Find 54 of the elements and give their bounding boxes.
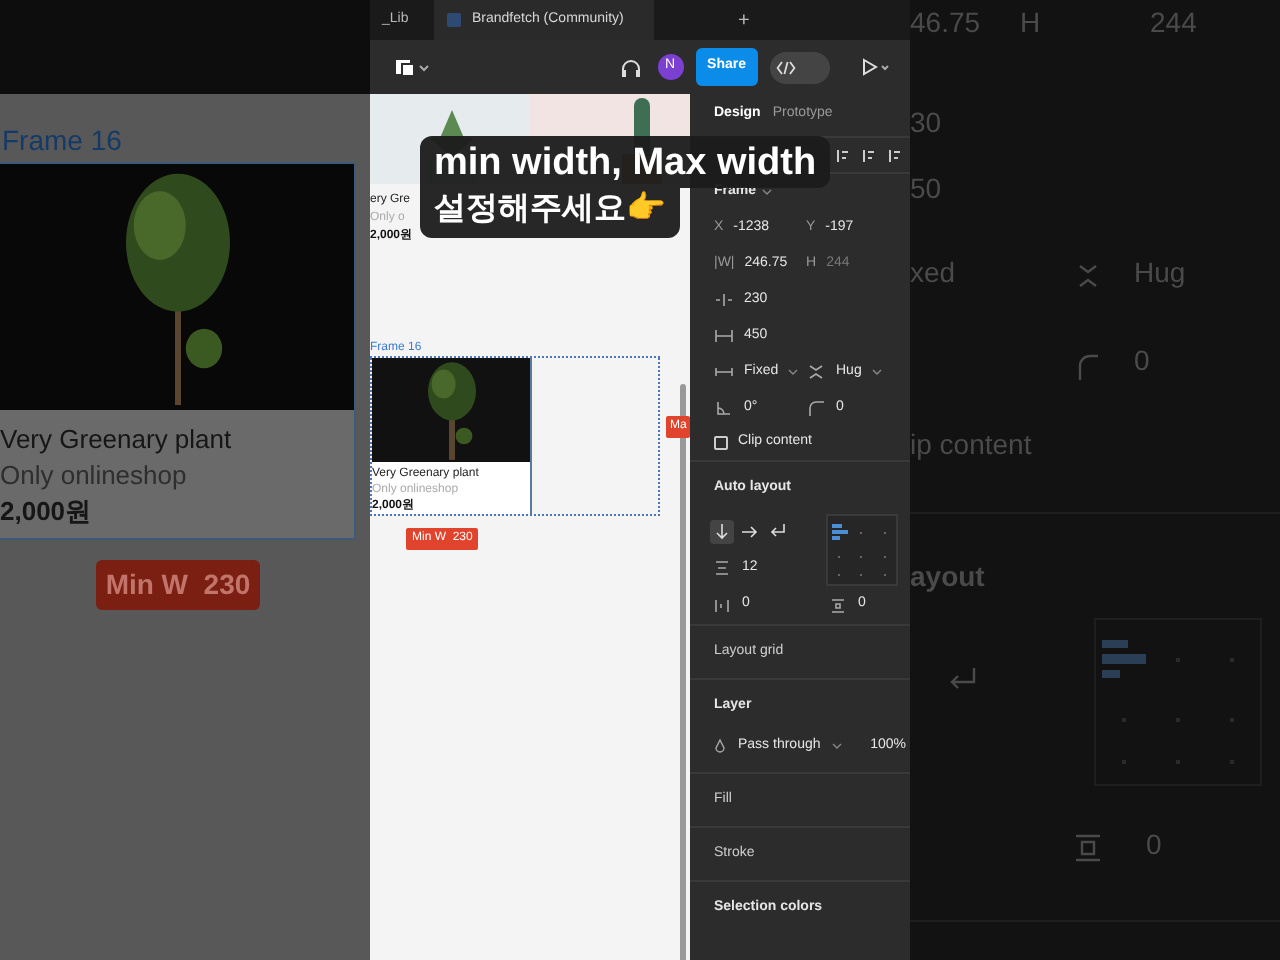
field-value: 30: [910, 104, 944, 142]
gap-icon: [714, 560, 730, 576]
hug-height-icon: [1074, 262, 1102, 290]
field-value: 46.75: [910, 3, 983, 41]
arrow-down-icon: [712, 522, 732, 542]
frame-tool-icon[interactable]: [394, 57, 430, 77]
align-bars-icon: [1101, 639, 1146, 680]
arrow-right-icon: [740, 522, 760, 542]
min-width-icon: [714, 292, 734, 308]
code-icon: [776, 59, 796, 75]
align-bottom-icon[interactable]: [888, 147, 902, 163]
product-price: 2,000원: [0, 494, 94, 530]
field-value: 50: [910, 170, 944, 208]
product-title: Very Greenary plant: [0, 422, 234, 458]
checkbox-label: ip content: [910, 426, 1034, 464]
file-icon: [446, 12, 462, 28]
field-label: H: [1020, 3, 1043, 41]
align-middle-icon[interactable]: [862, 147, 876, 163]
section-heading: ayout: [910, 558, 987, 596]
rotation-icon: [714, 400, 734, 416]
alignment-grid[interactable]: [826, 514, 898, 586]
max-width-icon: [714, 328, 734, 344]
field-value: 0: [1146, 826, 1162, 864]
field-value: xed: [910, 254, 958, 292]
checkbox[interactable]: [714, 436, 728, 450]
chevron-down-icon: [788, 368, 799, 376]
chevron-down-icon: [832, 742, 843, 750]
corner-radius-icon: [1074, 352, 1102, 380]
align-top-icon[interactable]: [836, 147, 850, 163]
play-icon[interactable]: [862, 58, 890, 76]
wrap-icon: [768, 522, 788, 542]
caption-text: 설정해주세요👉: [420, 188, 680, 238]
min-width-badge: Min W 230: [95, 560, 261, 610]
product-subtitle: Only onlineshop: [0, 458, 189, 494]
hug-height-icon: [806, 364, 826, 380]
blend-drop-icon: [714, 738, 726, 754]
field-value: 244: [1150, 3, 1197, 41]
fixed-width-icon: [714, 364, 734, 380]
corner-radius-icon: [806, 400, 826, 416]
horizontal-padding-icon: [714, 597, 730, 613]
chevron-down-icon: [762, 188, 773, 196]
wrap-icon: [946, 666, 978, 694]
vertical-padding-icon: [1074, 834, 1102, 862]
caption-text: min width, Max width: [420, 136, 831, 188]
frame-label: Frame 16: [0, 122, 124, 158]
chevron-down-icon: [871, 368, 882, 376]
vertical-padding-icon: [830, 597, 846, 613]
dev-mode-toggle[interactable]: [770, 51, 830, 83]
direction-button[interactable]: [710, 520, 734, 544]
field-value: Hug: [1134, 254, 1186, 292]
field-value: 0: [1134, 342, 1150, 380]
new-tab-button[interactable]: +: [738, 5, 750, 35]
headphones-icon[interactable]: [619, 57, 642, 77]
align-bars-icon: [831, 524, 848, 540]
